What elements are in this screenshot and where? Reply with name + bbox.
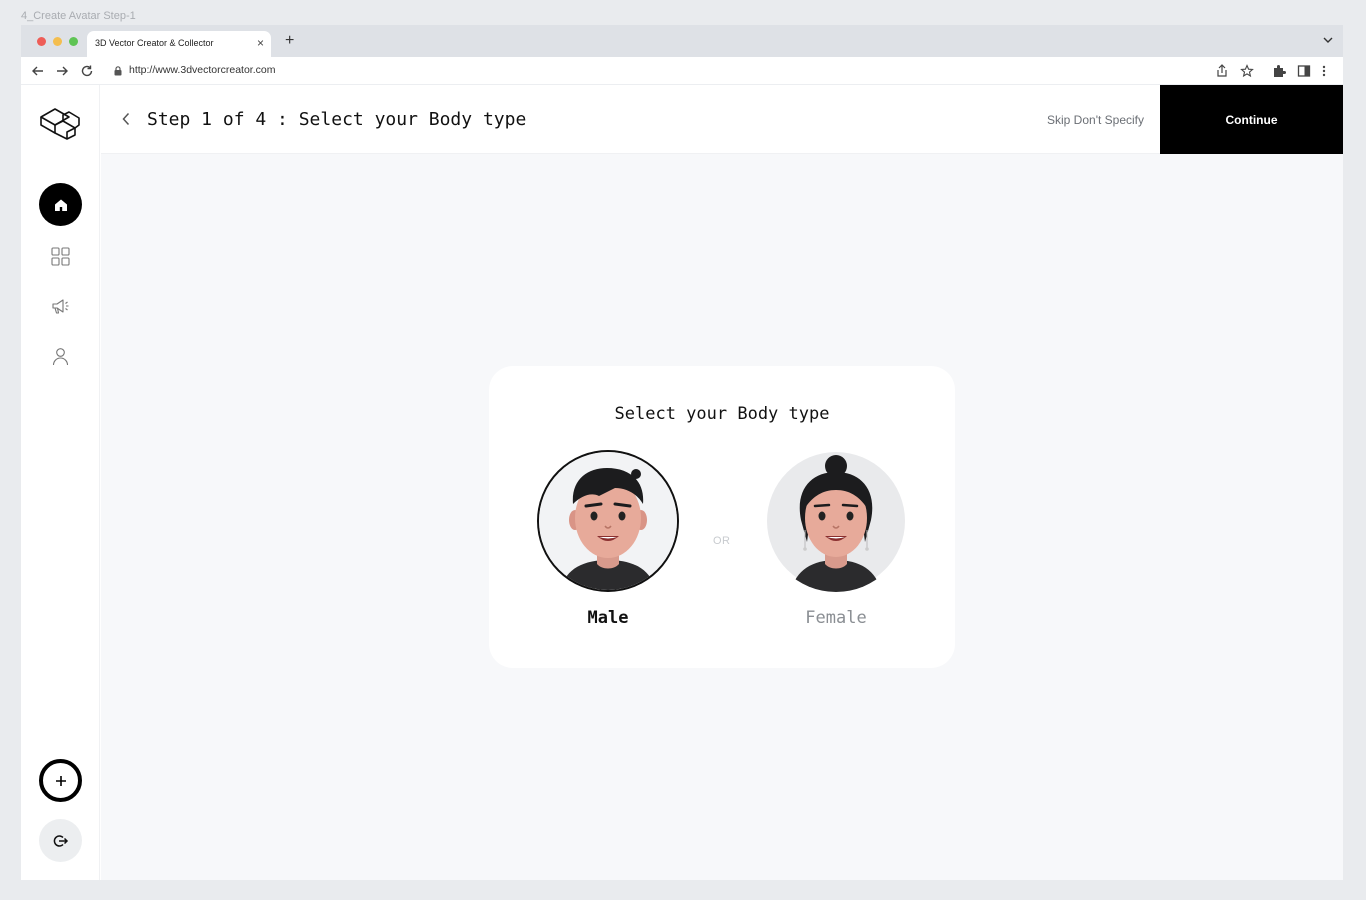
page-header: Step 1 of 4 : Select your Body type Skip… (101, 85, 1343, 154)
address-bar[interactable]: http://www.3dvectorcreator.com (129, 64, 275, 76)
minimize-window-button[interactable] (53, 37, 62, 46)
close-window-button[interactable] (37, 37, 46, 46)
browser-tab[interactable]: 3D Vector Creator & Collector × (87, 31, 271, 57)
card-title: Select your Body type (614, 404, 830, 424)
tab-title: 3D Vector Creator & Collector (95, 38, 214, 48)
female-avatar-illustration (767, 452, 905, 592)
option-female[interactable]: Female (765, 450, 907, 628)
new-tab-button[interactable]: + (285, 32, 294, 50)
home-icon (54, 199, 67, 211)
option-label-male: Male (587, 608, 629, 628)
tab-close-button[interactable]: × (257, 36, 264, 50)
option-male[interactable]: Male (537, 450, 679, 628)
browser-tabbar: 3D Vector Creator & Collector × + (21, 25, 1343, 57)
logout-button[interactable] (39, 819, 82, 862)
female-avatar[interactable] (765, 450, 907, 592)
page-title: Step 1 of 4 : Select your Body type (147, 109, 527, 130)
grid-icon (51, 247, 70, 266)
skip-link[interactable]: Skip Don't Specify (1047, 113, 1144, 127)
sidebar (21, 85, 100, 880)
back-arrow-icon[interactable] (31, 64, 45, 78)
side-panel-icon[interactable] (1297, 64, 1311, 78)
logout-icon (53, 834, 68, 847)
add-button[interactable] (39, 759, 82, 802)
reload-icon[interactable] (80, 64, 94, 78)
lock-icon (114, 66, 122, 76)
sidebar-item-grid[interactable] (51, 247, 70, 271)
or-separator: OR (713, 535, 731, 547)
body-type-card: Select your Body type Male OR Female (489, 366, 955, 668)
star-icon[interactable] (1240, 64, 1254, 78)
megaphone-icon (52, 299, 69, 314)
browser-window: 3D Vector Creator & Collector × + http:/… (21, 25, 1343, 880)
browser-toolbar: http://www.3dvectorcreator.com (21, 57, 1343, 85)
chevron-down-icon[interactable] (1323, 36, 1333, 44)
sidebar-item-home[interactable] (39, 183, 82, 226)
continue-button[interactable]: Continue (1160, 85, 1343, 154)
user-icon (52, 348, 69, 366)
window-controls (37, 37, 78, 46)
male-avatar[interactable] (537, 450, 679, 592)
option-label-female: Female (805, 608, 867, 628)
share-icon[interactable] (1216, 64, 1228, 78)
forward-arrow-icon[interactable] (55, 64, 69, 78)
plus-icon (55, 775, 66, 786)
frame-label: 4_Create Avatar Step-1 (21, 10, 136, 22)
extensions-icon[interactable] (1272, 64, 1286, 78)
app-area: Step 1 of 4 : Select your Body type Skip… (21, 85, 1343, 880)
maximize-window-button[interactable] (69, 37, 78, 46)
app-logo-icon[interactable] (39, 103, 83, 143)
more-menu-icon[interactable] (1321, 64, 1327, 78)
back-chevron-icon[interactable] (121, 112, 131, 126)
male-avatar-illustration (539, 452, 677, 590)
sidebar-item-announcements[interactable] (51, 297, 70, 321)
main-content: Select your Body type Male OR Female (101, 154, 1343, 880)
sidebar-item-profile[interactable] (51, 347, 70, 371)
